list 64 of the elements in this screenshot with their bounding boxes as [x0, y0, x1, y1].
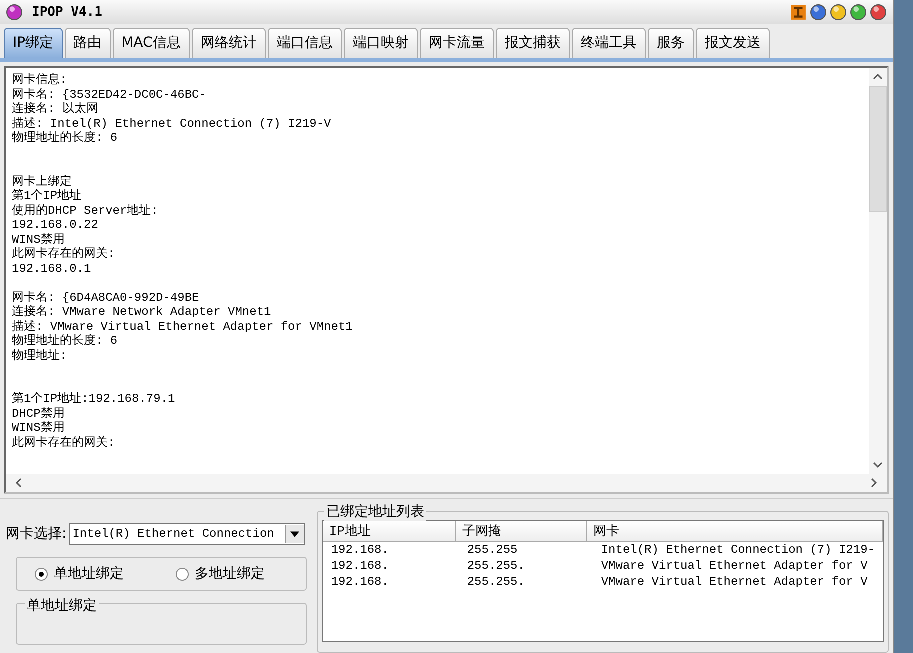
vertical-scrollbar[interactable] — [869, 68, 887, 474]
output-line: 192.168.0.22 — [12, 218, 98, 232]
radio-icon[interactable] — [35, 568, 48, 580]
tab[interactable]: 报文捕获 — [496, 28, 570, 58]
window-control-icon[interactable] — [850, 4, 867, 20]
app-icon — [6, 4, 23, 20]
window-control-icon[interactable] — [830, 4, 847, 20]
output-line: 第1个IP地址 — [12, 189, 82, 204]
table-cell-text: 192.168. — [330, 558, 390, 574]
table-cell-text: VMware Virtual Ethernet Adapter for V — [600, 574, 869, 590]
scroll-thumb[interactable] — [869, 86, 887, 212]
output-text-area[interactable] — [4, 66, 889, 494]
horizontal-scrollbar[interactable] — [6, 474, 887, 492]
tab[interactable]: MAC信息 — [112, 28, 190, 58]
table-cell-text: 255.255. — [466, 558, 526, 574]
column-header[interactable]: 网卡 — [587, 521, 883, 541]
adapter-select-label: 网卡选择: — [6, 525, 67, 543]
output-line: WINS禁用 — [12, 232, 65, 247]
table-cell-text: 255.255. — [466, 574, 526, 590]
window-control-icon[interactable] — [870, 4, 887, 20]
output-line: 第1个IP地址:192.168.79.1 — [12, 392, 176, 406]
radio-option[interactable]: 多地址绑定 — [176, 565, 265, 583]
adapter-dropdown[interactable]: Intel(R) Ethernet Connection — [68, 523, 305, 545]
tab[interactable]: 端口信息 — [268, 28, 342, 58]
tab[interactable]: 网络统计 — [192, 28, 266, 58]
output-line: 描述: VMware Virtual Ethernet Adapter for VMnet1 — [12, 320, 353, 334]
tab[interactable]: 报文发送 — [696, 28, 770, 58]
output-line: 物理地址的长度: 6 — [12, 131, 118, 146]
window-control-icon[interactable] — [810, 4, 827, 20]
table-cell-text: 192.168. — [330, 542, 390, 558]
table-cell-text: Intel(R) Ethernet Connection (7) I219- — [600, 542, 876, 558]
bound-address-list[interactable]: IP地址 子网掩 网卡 192.168. 255.255 Intel(R) Ethernet Connection (7) I219- 192.168. 255.255. VMware Virtual Ethernet Adapter for V 192.168. 255.255. VMware Virtual Ethernet Adapter for V — [322, 520, 884, 642]
output-line: 网卡上绑定 — [12, 174, 72, 189]
tab[interactable]: 服务 — [648, 28, 694, 58]
tab[interactable]: 路由 — [64, 28, 111, 58]
radio-icon[interactable] — [176, 568, 189, 580]
output-line: 连接名: VMware Network Adapter VMnet1 — [12, 305, 272, 320]
output-line: 网卡名: {3532ED42-DC0C-46BC- — [12, 88, 206, 102]
window-title: IPOP V4.1 — [32, 4, 102, 20]
output-line: 连接名: 以太网 — [12, 102, 98, 116]
output-line: 物理地址的长度: 6 — [12, 334, 118, 348]
table-cell-text: 255.255 — [466, 542, 519, 558]
output-line: 192.168.0.1 — [12, 262, 92, 276]
output-line: 此网卡存在的网关: — [12, 436, 116, 450]
table-cell-text: VMware Virtual Ethernet Adapter for V — [600, 558, 869, 574]
output-line: 网卡信息: — [12, 73, 68, 88]
tab[interactable]: 端口映射 — [344, 28, 418, 58]
output-line: 物理地址: — [12, 348, 68, 363]
output-line: WINS禁用 — [12, 421, 65, 436]
output-line: DHCP禁用 — [12, 406, 65, 421]
tab[interactable]: 终端工具 — [572, 28, 646, 58]
column-header[interactable]: 子网掩 — [456, 521, 588, 541]
output-line: 此网卡存在的网关: — [12, 247, 116, 262]
pin-icon[interactable] — [790, 4, 807, 20]
output-line: 描述: Intel(R) Ethernet Connection (7) I219-V — [12, 116, 332, 131]
radio-option[interactable]: 单地址绑定 — [35, 565, 124, 583]
output-line: 使用的DHCP Server地址: — [12, 204, 158, 218]
tab[interactable]: 网卡流量 — [420, 28, 494, 58]
table-cell-text: 192.168. — [330, 574, 390, 590]
column-header[interactable]: IP地址 — [323, 521, 456, 541]
tab[interactable]: IP绑定 — [4, 28, 63, 58]
output-line: 网卡名: {6D4A8CA0-992D-49BE — [12, 290, 200, 305]
group-title: 已绑定地址列表 — [324, 503, 426, 521]
group-title: 单地址绑定 — [25, 598, 99, 614]
